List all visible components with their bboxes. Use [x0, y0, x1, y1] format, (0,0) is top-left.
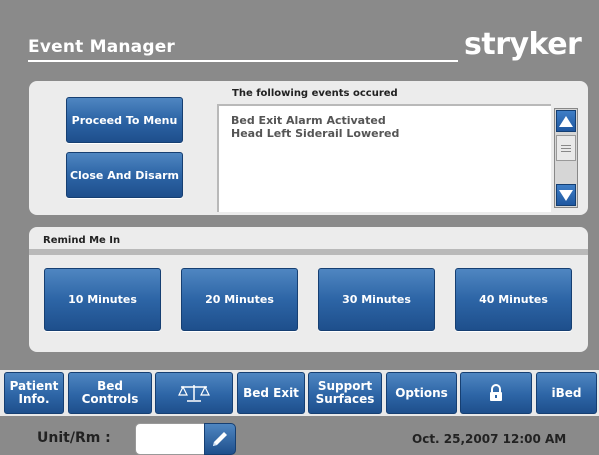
arrow-up-icon	[559, 115, 573, 127]
title-underline	[28, 60, 458, 62]
page-title: Event Manager	[28, 37, 176, 57]
remind-40-minutes-button[interactable]: 40 Minutes	[455, 268, 572, 331]
event-item: Bed Exit Alarm Activated	[231, 114, 386, 127]
lock-icon	[490, 384, 502, 401]
remind-heading: Remind Me In	[43, 235, 121, 246]
nav-patient-info[interactable]: Patient Info.	[4, 372, 64, 414]
edit-unit-button[interactable]	[204, 423, 236, 455]
events-panel: Proceed To Menu Close And Disarm The fol…	[29, 81, 588, 215]
nav-scale[interactable]	[155, 372, 233, 414]
date-time: Oct. 25,2007 12:00 AM	[412, 432, 567, 446]
nav-options[interactable]: Options	[386, 372, 457, 414]
events-scrollbar[interactable]	[554, 108, 578, 208]
unit-room-label: Unit/Rm :	[37, 430, 111, 446]
close-and-disarm-button[interactable]: Close And Disarm	[66, 152, 183, 198]
nav-support-surfaces[interactable]: Support Surfaces	[308, 372, 382, 414]
proceed-to-menu-button[interactable]: Proceed To Menu	[66, 97, 183, 143]
remind-10-minutes-button[interactable]: 10 Minutes	[44, 268, 161, 331]
bottom-navbar: Patient Info. Bed Controls Bed Exit Supp…	[0, 370, 599, 416]
nav-bed-controls[interactable]: Bed Controls	[68, 372, 152, 414]
arrow-down-icon	[559, 189, 573, 201]
scroll-up-button[interactable]	[556, 110, 576, 132]
remind-panel: Remind Me In 10 Minutes 20 Minutes 30 Mi…	[29, 227, 588, 352]
brand-logo: stryker	[464, 27, 582, 62]
events-heading: The following events occured	[232, 88, 398, 99]
scroll-down-button[interactable]	[556, 184, 576, 206]
pencil-icon	[213, 432, 227, 446]
scale-icon	[178, 385, 210, 402]
remind-30-minutes-button[interactable]: 30 Minutes	[318, 268, 435, 331]
nav-bed-exit[interactable]: Bed Exit	[237, 372, 305, 414]
nav-ibed[interactable]: iBed	[536, 372, 597, 414]
nav-lock[interactable]	[460, 372, 532, 414]
unit-room-field[interactable]	[135, 423, 205, 455]
scroll-thumb[interactable]	[556, 135, 576, 161]
events-list: Bed Exit Alarm Activated Head Left Sider…	[217, 104, 551, 212]
event-item: Head Left Siderail Lowered	[231, 127, 400, 140]
remind-divider	[29, 249, 588, 255]
remind-20-minutes-button[interactable]: 20 Minutes	[181, 268, 298, 331]
